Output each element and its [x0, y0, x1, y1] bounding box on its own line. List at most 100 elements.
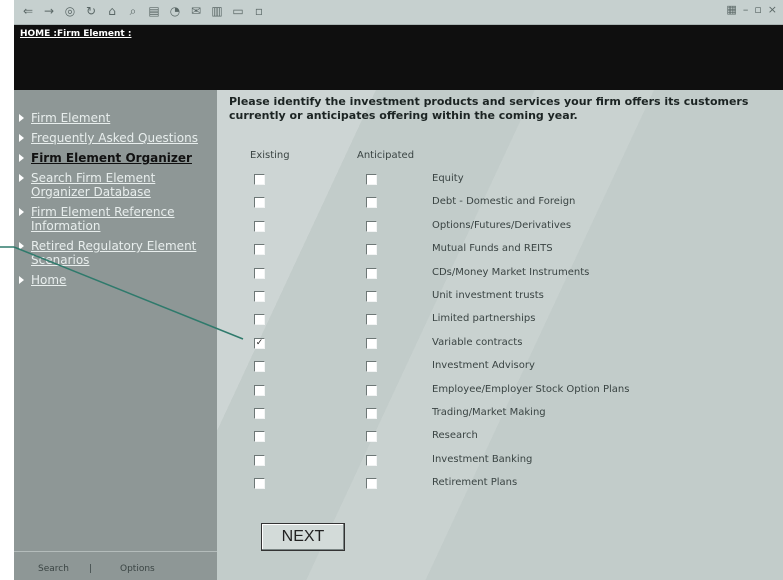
product-label: Debt - Domestic and Foreign [432, 196, 576, 208]
main-content: Please identify the investment products … [217, 90, 783, 580]
sidebar-item-label[interactable]: Retired Regulatory Element Scenarios [31, 239, 196, 267]
sidebar-item-label[interactable]: Frequently Asked Questions [31, 131, 198, 145]
breadcrumb[interactable]: HOME :Firm Element : [20, 29, 131, 39]
existing-checkbox[interactable] [254, 291, 265, 302]
product-label: Trading/Market Making [432, 407, 546, 418]
restore-icon[interactable]: ▫ [754, 3, 761, 16]
existing-checkbox[interactable] [254, 267, 265, 279]
arrow-right-icon [19, 208, 24, 216]
mail-icon[interactable]: ✉ [188, 3, 204, 19]
anticipated-checkbox[interactable] [366, 291, 377, 302]
sidebar: Firm Element Frequently Asked Questions … [14, 90, 217, 580]
sidebar-item-label[interactable]: Firm Element Organizer [31, 151, 192, 165]
table-row: Investment Banking [217, 451, 783, 475]
existing-checkbox[interactable] [254, 431, 265, 443]
anticipated-checkbox[interactable] [366, 361, 377, 373]
anticipated-checkbox[interactable] [366, 197, 377, 209]
existing-checkbox[interactable] [254, 220, 265, 232]
sidebar-item-search-database[interactable]: Search Firm Element Organizer Database [14, 171, 217, 199]
footer-separator: | [89, 564, 93, 574]
anticipated-checkbox[interactable] [366, 478, 377, 490]
table-row: Debt - Domestic and Foreign [217, 193, 783, 217]
table-row: Research [217, 427, 783, 451]
sidebar-item-label[interactable]: Home [31, 273, 66, 287]
sidebar-item-label[interactable]: Firm Element Reference Information [31, 205, 175, 233]
sidebar-nav: Firm Element Frequently Asked Questions … [14, 111, 217, 293]
existing-checkbox[interactable] [254, 478, 265, 490]
sidebar-item-organizer[interactable]: Firm Element Organizer [14, 151, 217, 165]
existing-checkbox[interactable] [254, 197, 265, 209]
product-label: Limited partnerships [432, 313, 536, 325]
stop-icon[interactable]: ◎ [62, 3, 78, 19]
home-icon[interactable]: ⌂ [104, 3, 120, 19]
page-header: HOME :Firm Element : [14, 25, 783, 90]
anticipated-checkbox[interactable] [366, 220, 377, 232]
product-label: CDs/Money Market Instruments [432, 266, 590, 278]
anticipated-checkbox[interactable] [366, 267, 377, 279]
product-label: Investment Banking [432, 453, 533, 465]
sidebar-footer: Search | Options [14, 551, 217, 580]
back-icon[interactable]: ⇐ [20, 3, 36, 19]
print-icon[interactable]: ▥ [209, 3, 225, 19]
minimize-icon[interactable]: – [743, 3, 749, 16]
existing-checkbox[interactable] [254, 408, 265, 419]
sidebar-item-firm-element[interactable]: Firm Element [14, 111, 217, 125]
table-row: Trading/Market Making [217, 404, 783, 428]
arrow-right-icon [19, 114, 24, 122]
anticipated-checkbox[interactable] [366, 408, 377, 419]
table-row: Options/Futures/Derivatives [217, 217, 783, 241]
sidebar-item-label[interactable]: Firm Element [31, 111, 110, 125]
anticipated-checkbox[interactable] [366, 431, 377, 443]
existing-checkbox[interactable] [254, 174, 265, 185]
close-icon[interactable]: × [768, 3, 777, 16]
product-label: Variable contracts [432, 336, 523, 348]
windows-logo-icon: ▦ [726, 3, 737, 16]
product-label: Retirement Plans [432, 477, 518, 489]
anticipated-checkbox[interactable] [366, 384, 377, 396]
browser-toolbar: ⇐ → ◎ ↻ ⌂ ⌕ ▤ ◔ ✉ ▥ ▭ ▫ ▦ – ▫ × [14, 0, 783, 25]
existing-checkbox[interactable] [254, 454, 265, 466]
arrow-right-icon [19, 134, 24, 142]
existing-checkbox[interactable] [254, 244, 265, 256]
sidebar-item-reference[interactable]: Firm Element Reference Information [14, 205, 217, 233]
next-button[interactable]: NEXT [261, 523, 345, 551]
anticipated-checkbox[interactable] [366, 244, 377, 256]
table-row: CDs/Money Market Instruments [217, 264, 783, 288]
product-label: Investment Advisory [432, 360, 535, 372]
table-row: Equity [217, 170, 783, 194]
anticipated-checkbox[interactable] [366, 337, 377, 349]
favorites-icon[interactable]: ▤ [146, 3, 162, 19]
history-icon[interactable]: ◔ [167, 3, 183, 19]
product-label: Equity [432, 173, 464, 184]
refresh-icon[interactable]: ↻ [83, 3, 99, 19]
anticipated-column-header: Anticipated [357, 150, 415, 161]
edit-icon[interactable]: ▭ [230, 3, 246, 19]
existing-checkbox[interactable]: ✓ [254, 337, 265, 349]
sidebar-item-home[interactable]: Home [14, 273, 217, 287]
table-row: Investment Advisory [217, 357, 783, 381]
table-row: Limited partnerships [217, 310, 783, 334]
sidebar-item-label[interactable]: Search Firm Element Organizer Database [31, 171, 155, 199]
existing-checkbox[interactable] [254, 361, 265, 373]
product-label: Mutual Funds and REITS [432, 243, 553, 255]
sidebar-item-faq[interactable]: Frequently Asked Questions [14, 131, 217, 145]
product-label: Options/Futures/Derivatives [432, 219, 572, 231]
arrow-right-icon [19, 242, 24, 250]
search-link[interactable]: Search [38, 564, 69, 574]
discuss-icon[interactable]: ▫ [251, 3, 267, 19]
table-row: Retirement Plans [217, 474, 783, 498]
options-link[interactable]: Options [120, 564, 155, 574]
search-icon[interactable]: ⌕ [125, 3, 141, 19]
existing-checkbox[interactable] [254, 314, 265, 326]
product-label: Unit investment trusts [432, 290, 544, 301]
existing-column-header: Existing [250, 150, 290, 161]
sidebar-item-retired-scenarios[interactable]: Retired Regulatory Element Scenarios [14, 239, 217, 267]
table-row: Employee/Employer Stock Option Plans [217, 381, 783, 405]
existing-checkbox[interactable] [254, 384, 265, 396]
forward-icon[interactable]: → [41, 3, 57, 19]
table-row: Mutual Funds and REITS [217, 240, 783, 264]
arrow-right-icon [19, 276, 24, 284]
anticipated-checkbox[interactable] [366, 454, 377, 466]
anticipated-checkbox[interactable] [366, 314, 377, 326]
anticipated-checkbox[interactable] [366, 174, 377, 185]
